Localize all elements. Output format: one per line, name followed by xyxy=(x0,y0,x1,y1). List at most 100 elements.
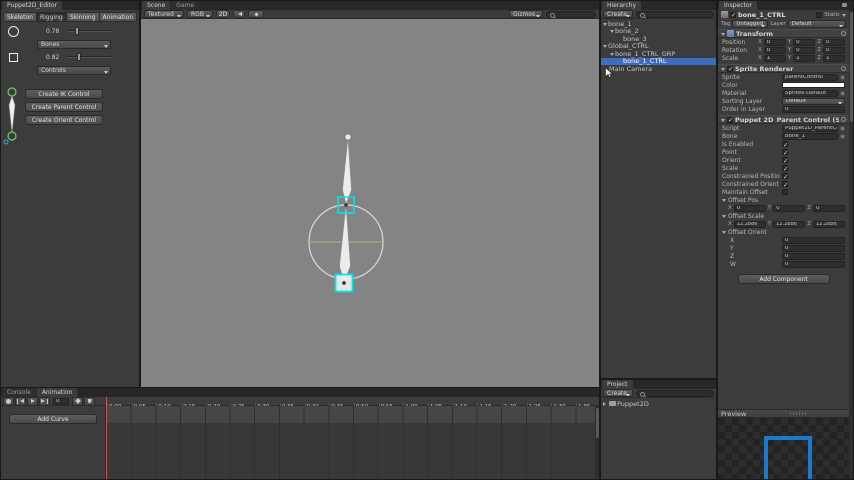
foldout-arrow-icon[interactable] xyxy=(610,52,614,58)
preview-header[interactable]: Preview xyxy=(718,409,853,418)
slider-thumb[interactable] xyxy=(77,53,81,61)
scale-z-field[interactable]: 1 xyxy=(822,54,845,62)
add-curve-button[interactable]: Add Curve xyxy=(9,414,97,424)
scene-viewport[interactable] xyxy=(141,19,599,387)
hierarchy-item-global-ctrl[interactable]: Global_CTRL xyxy=(601,43,716,50)
bone-1-shape[interactable] xyxy=(339,204,351,283)
go-to-end-button[interactable] xyxy=(39,396,50,406)
rotation-y-field[interactable]: 0 xyxy=(793,46,816,54)
offset-scale-z-field[interactable]: 12.2886 xyxy=(812,220,845,228)
tab-puppet2d-editor[interactable]: Puppet2D_Editor xyxy=(2,1,63,10)
object-picker-icon[interactable] xyxy=(840,133,845,139)
scale-checkbox[interactable] xyxy=(782,165,788,173)
tab-skeleton[interactable]: Skeleton xyxy=(3,12,37,22)
add-component-button[interactable]: Add Component xyxy=(737,274,830,284)
position-y-field[interactable]: 0 xyxy=(793,38,816,46)
timeline-playhead[interactable] xyxy=(106,397,107,479)
play-button[interactable] xyxy=(27,396,38,406)
offset-orient-z-field[interactable]: 0 xyxy=(782,252,845,260)
hierarchy-item-bone-1-ctrl[interactable]: bone_1_CTRL xyxy=(601,57,716,65)
is-enabled-checkbox[interactable] xyxy=(782,141,788,149)
layer-dropdown[interactable]: Default xyxy=(787,20,846,28)
offset-orient-y-field[interactable]: 0 xyxy=(782,244,845,252)
render-mode-dropdown[interactable]: RGB xyxy=(187,10,213,18)
controls-dropdown[interactable]: Controls xyxy=(37,66,111,75)
script-field[interactable]: Puppet2D_ParentControl xyxy=(782,124,838,132)
hierarchy-create-dropdown[interactable]: Create xyxy=(603,10,633,18)
gear-icon[interactable] xyxy=(841,117,846,122)
project-create-dropdown[interactable]: Create xyxy=(603,389,633,397)
add-event-button[interactable] xyxy=(84,396,95,406)
foldout-arrow-icon[interactable] xyxy=(722,199,726,204)
constrained-orient-checkbox[interactable] xyxy=(782,181,788,189)
scale-y-field[interactable]: 1 xyxy=(793,54,816,62)
tag-dropdown[interactable]: Untagged xyxy=(732,20,769,28)
scene-audio-button[interactable] xyxy=(233,10,245,18)
hierarchy-item-bone-1[interactable]: bone_1 xyxy=(601,20,716,28)
scene-effects-button[interactable] xyxy=(248,10,264,18)
foldout-arrow-icon[interactable] xyxy=(721,67,725,73)
dopesheet-grid[interactable] xyxy=(106,406,599,479)
shading-mode-dropdown[interactable]: Textured xyxy=(144,10,184,18)
offset-orient-x-field[interactable]: 0 xyxy=(782,236,845,244)
lock-icon[interactable] xyxy=(842,3,847,7)
hierarchy-item-bone-1-ctrl-grp[interactable]: bone_1_CTRL_GRP xyxy=(601,50,716,58)
tab-skinning[interactable]: Skinning xyxy=(65,12,100,22)
sprite-renderer-header[interactable]: Sprite Renderer xyxy=(718,64,849,73)
tab-rigging[interactable]: Rigging xyxy=(35,12,67,22)
drag-handle-icon[interactable] xyxy=(790,412,807,415)
active-checkbox[interactable] xyxy=(730,11,736,19)
offset-pos-y-field[interactable]: 0 xyxy=(773,204,806,212)
hierarchy-item-bone-2[interactable]: bone_2 xyxy=(601,28,716,35)
tab-hierarchy[interactable]: Hierarchy xyxy=(602,1,642,10)
timeline-ruler[interactable]: 0:000:050:100:150:200:250:300:350:400:45… xyxy=(106,397,599,406)
parent-control-header[interactable]: Puppet 2D_Parent Control (Script) xyxy=(718,115,849,124)
scene-search-input[interactable] xyxy=(546,10,596,18)
rotation-x-field[interactable]: 0 xyxy=(763,46,786,54)
project-search-input[interactable] xyxy=(636,389,714,397)
create-orient-control-button[interactable]: Create Orient Control xyxy=(25,115,103,125)
tab-scene[interactable]: Scene xyxy=(142,1,171,10)
control-size-value[interactable]: 0.82 xyxy=(46,54,59,61)
hierarchy-item-bone-3[interactable]: bone_3 xyxy=(601,35,716,43)
tab-inspector[interactable]: Inspector xyxy=(719,1,757,10)
animation-scrollbar[interactable] xyxy=(595,406,599,479)
hierarchy-item-main-camera[interactable]: Main Camera xyxy=(601,65,716,73)
position-z-field[interactable]: 0 xyxy=(822,38,845,46)
material-field[interactable]: Sprites-Default xyxy=(782,89,838,97)
constrained-position-checkbox[interactable] xyxy=(782,173,788,181)
foldout-arrow-icon[interactable] xyxy=(722,215,726,220)
order-in-layer-field[interactable]: 0 xyxy=(782,105,845,113)
object-name[interactable]: bone_1_CTRL xyxy=(738,11,786,19)
static-dropdown-icon[interactable] xyxy=(842,13,846,19)
inspector-scrollbar[interactable] xyxy=(849,10,853,479)
object-picker-icon[interactable] xyxy=(840,74,845,80)
foldout-arrow-icon[interactable] xyxy=(610,30,614,35)
static-checkbox[interactable] xyxy=(816,11,823,18)
maintain-offset-checkbox[interactable] xyxy=(782,189,788,195)
point-checkbox[interactable] xyxy=(782,149,788,157)
toggle-2d-button[interactable]: 2D xyxy=(216,10,230,18)
offset-orient-w-field[interactable]: 0 xyxy=(782,260,845,268)
bones-dropdown[interactable]: Bones xyxy=(37,40,111,49)
gear-icon[interactable] xyxy=(841,31,846,36)
bone-size-value[interactable]: 0.78 xyxy=(46,28,59,35)
offset-scale-x-field[interactable]: 12.2886 xyxy=(733,220,766,228)
scale-x-field[interactable]: 1 xyxy=(763,54,786,62)
gear-icon[interactable] xyxy=(841,66,846,71)
orient-checkbox[interactable] xyxy=(782,157,788,165)
foldout-arrow-icon[interactable] xyxy=(722,231,726,236)
rotation-z-field[interactable]: 0 xyxy=(822,46,845,54)
offset-pos-x-field[interactable]: 0 xyxy=(733,204,766,212)
slider-thumb[interactable] xyxy=(75,27,79,35)
create-parent-control-button[interactable]: Create Parent Control xyxy=(25,102,103,112)
foldout-arrow-icon[interactable] xyxy=(603,45,607,50)
component-enabled-checkbox[interactable] xyxy=(727,116,733,123)
foldout-arrow-icon[interactable] xyxy=(721,118,725,124)
offset-scale-y-field[interactable]: 12.2886 xyxy=(773,220,806,228)
foldout-arrow-icon[interactable] xyxy=(603,401,608,406)
hierarchy-search-input[interactable] xyxy=(636,10,714,18)
record-button[interactable] xyxy=(3,396,14,406)
tab-project[interactable]: Project xyxy=(602,380,633,389)
control-size-slider[interactable] xyxy=(67,52,113,61)
